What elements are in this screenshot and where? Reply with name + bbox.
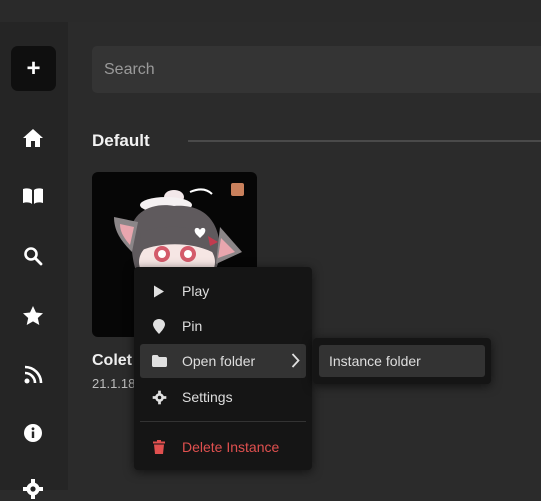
open-folder-submenu: Instance folder: [313, 338, 491, 384]
info-icon: [24, 424, 42, 442]
menu-item-label: Pin: [182, 318, 203, 334]
book-icon: [23, 188, 43, 204]
menu-item-label: Open folder: [182, 353, 256, 369]
sidebar-item-search[interactable]: [21, 244, 45, 268]
submenu-item-label: Instance folder: [329, 353, 421, 369]
star-icon: [23, 305, 43, 325]
sidebar-item-home[interactable]: [21, 126, 45, 150]
plus-icon: +: [26, 54, 41, 82]
home-icon: [23, 129, 43, 147]
loader-badge-icon: [231, 183, 244, 196]
menu-item-delete-instance[interactable]: Delete Instance: [140, 430, 306, 464]
rss-icon: [24, 365, 42, 383]
menu-item-pin[interactable]: Pin: [140, 309, 306, 343]
chevron-right-icon: [291, 353, 300, 373]
section-divider: [188, 140, 541, 142]
search-input[interactable]: Search: [92, 46, 541, 93]
sidebar-item-settings[interactable]: [21, 477, 45, 501]
sidebar-item-favorites[interactable]: [21, 303, 45, 327]
section-title: Default: [92, 131, 150, 150]
menu-item-play[interactable]: Play: [140, 274, 306, 308]
sidebar-item-news[interactable]: [21, 362, 45, 386]
add-instance-button[interactable]: +: [11, 46, 56, 91]
instance-name[interactable]: Colet: [92, 352, 132, 370]
context-menu: Play Pin Open folder Settings Delete Ins…: [134, 267, 312, 470]
menu-item-label: Play: [182, 283, 210, 299]
menu-divider: [140, 421, 306, 422]
sidebar: +: [0, 22, 68, 499]
trash-icon: [144, 430, 174, 464]
folder-icon: [144, 344, 174, 378]
menu-item-label: Settings: [182, 389, 233, 405]
gear-icon: [144, 380, 174, 414]
instance-version: 21.1.18: [92, 376, 136, 391]
search-icon: [24, 247, 43, 266]
menu-item-settings[interactable]: Settings: [140, 380, 306, 414]
sidebar-item-library[interactable]: [21, 184, 45, 208]
menu-item-open-folder[interactable]: Open folder: [140, 344, 306, 378]
gear-icon: [23, 479, 43, 499]
sidebar-item-about[interactable]: [21, 421, 45, 445]
pin-icon: [144, 309, 174, 343]
submenu-item-instance-folder[interactable]: Instance folder: [319, 345, 485, 377]
title-bar: [0, 0, 541, 22]
play-icon: [144, 274, 174, 308]
search-placeholder: Search: [104, 61, 155, 78]
menu-item-label: Delete Instance: [182, 439, 280, 455]
